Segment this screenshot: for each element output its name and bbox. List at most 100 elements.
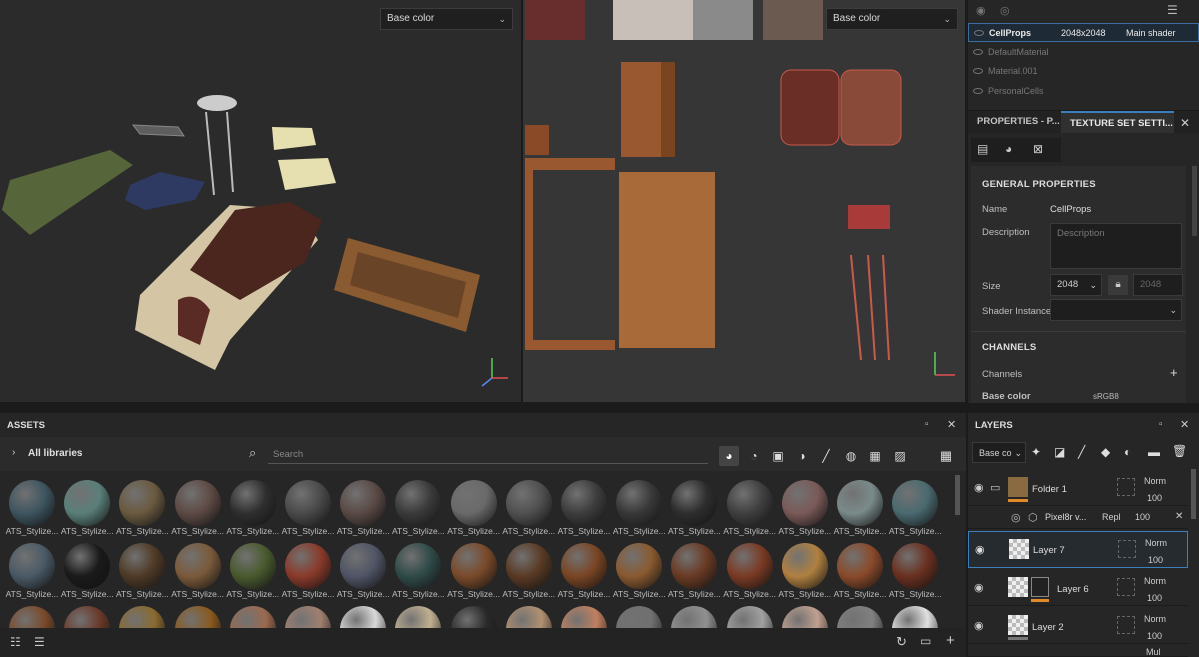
material-preview[interactable] xyxy=(892,480,939,526)
eye-icon[interactable] xyxy=(973,68,983,74)
material-preview[interactable] xyxy=(892,606,939,628)
layer-opacity[interactable]: 100 xyxy=(1148,555,1163,565)
material-preview[interactable] xyxy=(285,543,331,589)
details-view-icon[interactable]: ☰ xyxy=(34,635,45,649)
material-preview[interactable] xyxy=(892,543,939,589)
eye-icon[interactable] xyxy=(974,30,984,36)
material-preview[interactable] xyxy=(561,480,607,526)
layer-mask-slot[interactable] xyxy=(1117,478,1135,496)
eye-icon[interactable]: ◉ xyxy=(974,481,984,494)
material-preview[interactable] xyxy=(671,543,718,589)
material-preview[interactable] xyxy=(395,543,442,589)
add-channel-icon[interactable]: + xyxy=(1170,365,1178,380)
scrollbar[interactable] xyxy=(1191,469,1196,519)
search-input[interactable]: Search xyxy=(268,445,708,464)
layer-opacity[interactable]: 100 xyxy=(1147,493,1162,503)
eye-icon[interactable]: ◉ xyxy=(975,543,985,556)
size-select[interactable]: 2048 ⌄ xyxy=(1050,274,1102,296)
shader-icon[interactable]: ◕ xyxy=(1005,142,1012,156)
material-preview[interactable] xyxy=(561,543,607,589)
material-preview[interactable] xyxy=(505,606,552,628)
layer-row-partial[interactable]: Mul xyxy=(968,646,1188,657)
material-preview[interactable] xyxy=(340,480,387,526)
eye-icon[interactable] xyxy=(973,49,983,55)
add-effect-icon[interactable]: ◪ xyxy=(1054,445,1065,459)
close-icon[interactable]: ✕ xyxy=(947,418,956,431)
material-preview[interactable] xyxy=(726,480,773,526)
filters-filter-icon[interactable]: ◑ xyxy=(792,446,812,466)
layer-row-folder-1[interactable]: ◉ ▭ Folder 1 Norm 100 xyxy=(968,469,1188,506)
material-preview[interactable] xyxy=(671,606,718,628)
add-mask-icon[interactable]: ◐ xyxy=(1124,445,1131,459)
layers-channel-select[interactable]: Base co ⌄ xyxy=(972,442,1026,463)
smart-materials-filter-icon[interactable]: ◔ xyxy=(744,446,764,466)
material-preview[interactable] xyxy=(450,543,497,589)
material-preview[interactable] xyxy=(837,606,883,628)
viewport-3d[interactable]: Base color ⌄ xyxy=(0,0,521,402)
material-preview[interactable] xyxy=(229,606,276,628)
size-linked-select[interactable]: 2048 xyxy=(1133,274,1183,296)
material-preview[interactable] xyxy=(616,480,663,526)
material-preview[interactable] xyxy=(726,606,773,628)
eye-icon[interactable] xyxy=(973,88,983,94)
magic-wand-icon[interactable]: ✦ xyxy=(1031,445,1041,459)
material-preview[interactable] xyxy=(616,606,663,628)
eye-icon[interactable]: ◉ xyxy=(974,581,984,594)
material-preview[interactable] xyxy=(119,543,166,589)
trash-icon[interactable]: 🗑︎ xyxy=(1172,444,1187,458)
masks-filter-icon[interactable]: ▣ xyxy=(768,446,788,466)
lock-icon[interactable]: 🔒︎ xyxy=(1108,275,1128,295)
tab-properties[interactable]: PROPERTIES - P... xyxy=(968,111,1061,133)
material-preview[interactable] xyxy=(450,606,497,628)
material-preview[interactable] xyxy=(229,543,276,589)
material-preview[interactable] xyxy=(671,480,718,526)
eye-icon[interactable]: ◉ xyxy=(976,4,986,17)
material-preview[interactable] xyxy=(781,606,828,628)
layer-mask-slot[interactable] xyxy=(1117,616,1135,634)
settings-icon[interactable]: ▤ xyxy=(977,142,988,156)
refresh-icon[interactable]: ↻ xyxy=(896,634,907,650)
material-preview[interactable] xyxy=(340,606,387,628)
grid-view-icon[interactable]: ▦ xyxy=(936,446,956,466)
effect-blend-mode[interactable]: Repl xyxy=(1102,512,1121,522)
maximize-icon[interactable]: ▫ xyxy=(925,419,929,430)
material-preview[interactable] xyxy=(726,543,773,589)
menu-icon[interactable]: ☰ xyxy=(1167,3,1178,17)
material-preview[interactable] xyxy=(837,480,883,526)
material-preview[interactable] xyxy=(616,543,663,589)
textures-filter-icon[interactable]: ▦ xyxy=(865,446,885,466)
texture-set-cellprops[interactable]: CellProps 2048x2048 Main shader xyxy=(968,23,1199,42)
list-view-icon[interactable]: ☷ xyxy=(10,635,21,649)
all-libraries-button[interactable]: All libraries xyxy=(28,448,82,459)
material-preview[interactable] xyxy=(450,480,497,526)
texture-set-defaultmaterial[interactable]: DefaultMaterial xyxy=(968,43,1199,62)
viewport-2d[interactable]: Base color ⌄ xyxy=(523,0,965,402)
close-icon[interactable]: ✕ xyxy=(1175,511,1183,522)
shader-instance-select[interactable]: ⌄ xyxy=(1050,299,1182,321)
base-color-format[interactable]: sRGB8 xyxy=(1093,392,1119,401)
layer-row-layer-6[interactable]: ◉ Layer 6 Norm 100 xyxy=(968,569,1188,606)
material-preview[interactable] xyxy=(64,480,111,526)
material-preview[interactable] xyxy=(781,480,828,526)
texture-set-material-001[interactable]: Material.001 xyxy=(968,62,1199,81)
material-preview[interactable] xyxy=(174,543,221,589)
scrollbar[interactable] xyxy=(1192,166,1197,236)
uv-icon[interactable]: ⊠ xyxy=(1033,142,1043,156)
layer-mask-slot[interactable] xyxy=(1118,540,1136,558)
viewport-2d-channel-select[interactable]: Base color ⌄ xyxy=(826,8,958,30)
material-preview[interactable] xyxy=(395,606,442,628)
material-preview[interactable] xyxy=(340,543,387,589)
eye-icon[interactable]: ◎ xyxy=(1000,4,1010,17)
layer-row-layer-7[interactable]: ◉ Layer 7 Norm 100 xyxy=(968,531,1188,568)
description-field[interactable]: Description xyxy=(1050,223,1182,269)
material-preview[interactable] xyxy=(9,480,55,526)
material-preview[interactable] xyxy=(505,543,552,589)
brushes-filter-icon[interactable]: ╱ xyxy=(816,446,836,466)
material-preview[interactable] xyxy=(781,543,828,589)
eye-icon[interactable]: ◉ xyxy=(974,619,984,632)
maximize-icon[interactable]: ▫ xyxy=(1159,419,1163,430)
materials-filter-icon[interactable]: ◕ xyxy=(719,446,739,466)
new-folder-icon[interactable]: ▭ xyxy=(920,634,931,648)
layer-mask-slot[interactable] xyxy=(1117,578,1135,596)
scrollbar[interactable] xyxy=(955,475,960,515)
